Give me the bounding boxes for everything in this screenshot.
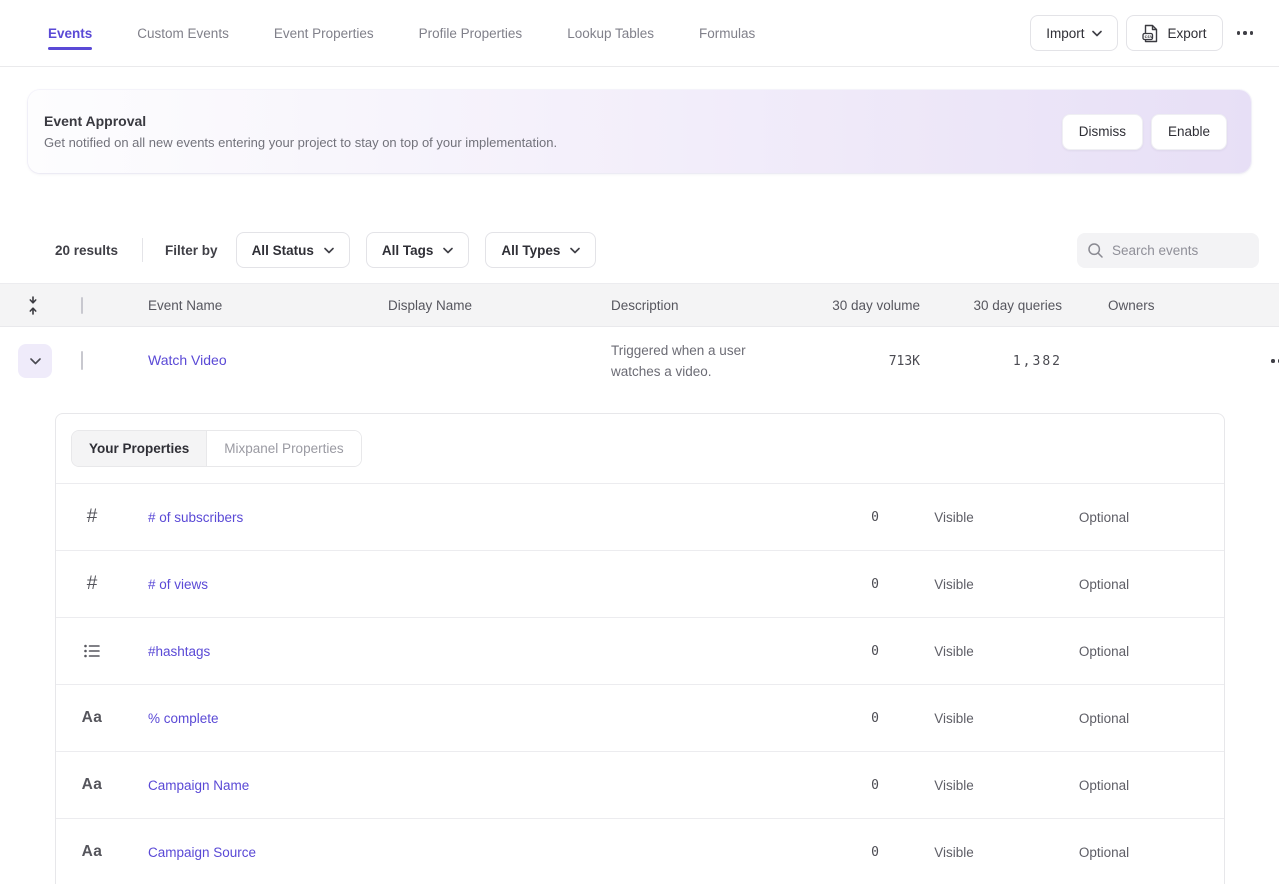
event-queries: 1,382: [920, 354, 1062, 369]
property-visibility[interactable]: Visible: [879, 644, 1029, 659]
filter-dropdown[interactable]: All Status: [236, 232, 350, 268]
divider: [142, 238, 143, 262]
enable-button[interactable]: Enable: [1151, 114, 1227, 150]
nav-tab[interactable]: Profile Properties: [419, 0, 523, 66]
properties-list: # # # of subscribers 0 Visible Optional …: [56, 484, 1224, 884]
import-button[interactable]: Import: [1030, 15, 1118, 51]
search-box: [1077, 233, 1259, 268]
export-button[interactable]: csv Export: [1126, 15, 1222, 51]
property-requirement[interactable]: Optional: [1029, 845, 1179, 860]
chevron-down-icon: [324, 247, 334, 254]
property-row: # # # of views 0 Visible Optional: [56, 551, 1224, 618]
nav-tab[interactable]: Lookup Tables: [567, 0, 654, 66]
nav-tab[interactable]: Custom Events: [137, 0, 229, 66]
filter-dropdown[interactable]: All Tags: [366, 232, 470, 268]
event-name-link[interactable]: Watch Video: [148, 352, 227, 368]
filter-dropdowns: All Status All Tags All Types: [236, 232, 597, 268]
property-requirement[interactable]: Optional: [1029, 577, 1179, 592]
csv-file-icon: csv: [1142, 24, 1159, 43]
dismiss-button[interactable]: Dismiss: [1062, 114, 1143, 150]
column-header-description[interactable]: Description: [611, 298, 803, 313]
more-options-icon[interactable]: [1231, 23, 1260, 43]
properties-tab[interactable]: Your Properties: [72, 431, 207, 466]
column-header-queries[interactable]: 30 day queries: [920, 298, 1062, 313]
lexicon-tabs: Events Custom Events Event Properties Pr…: [48, 0, 755, 66]
top-navigation: Events Custom Events Event Properties Pr…: [0, 0, 1279, 67]
filter-toolbar: 20 results Filter by All Status All Tags…: [55, 232, 1259, 268]
property-requirement[interactable]: Optional: [1029, 778, 1179, 793]
property-name-link[interactable]: Campaign Source: [128, 845, 759, 860]
property-visibility[interactable]: Visible: [879, 510, 1029, 525]
property-row: #hashtags 0 Visible Optional: [56, 618, 1224, 685]
property-visibility[interactable]: Visible: [879, 778, 1029, 793]
event-approval-banner: Event Approval Get notified on all new e…: [28, 90, 1251, 173]
select-all-checkbox[interactable]: [81, 297, 83, 314]
property-query-count: 0: [759, 510, 879, 525]
banner-title: Event Approval: [44, 113, 557, 129]
property-name-link[interactable]: Campaign Name: [128, 778, 759, 793]
events-table-header: Event Name Display Name Description 30 d…: [0, 283, 1279, 327]
property-visibility[interactable]: Visible: [879, 711, 1029, 726]
property-visibility[interactable]: Visible: [879, 845, 1029, 860]
column-header-event-name[interactable]: Event Name: [130, 298, 388, 313]
property-name-link[interactable]: # of subscribers: [128, 510, 759, 525]
event-table-row: Watch Video Triggered when a user watche…: [0, 327, 1279, 395]
hash-icon: #: [56, 573, 128, 595]
property-visibility[interactable]: Visible: [879, 577, 1029, 592]
search-input[interactable]: [1112, 243, 1249, 258]
property-query-count: 0: [759, 778, 879, 793]
property-row: # # # of subscribers 0 Visible Optional: [56, 484, 1224, 551]
banner-description: Get notified on all new events entering …: [44, 135, 557, 150]
column-header-display-name[interactable]: Display Name: [388, 298, 611, 313]
property-query-count: 0: [759, 711, 879, 726]
properties-tab[interactable]: Mixpanel Properties: [207, 431, 360, 466]
nav-tab[interactable]: Events: [48, 0, 92, 66]
list-icon: [56, 642, 128, 660]
property-name-link[interactable]: #hashtags: [128, 644, 759, 659]
property-row: Aa Aa Campaign Name 0 Visible Optional: [56, 752, 1224, 819]
row-checkbox[interactable]: [81, 351, 83, 370]
topbar-actions: Import csv Export: [1030, 0, 1259, 66]
text-icon: Aa: [56, 843, 128, 861]
properties-tab-group: Your Properties Mixpanel Properties: [71, 430, 362, 467]
property-name-link[interactable]: % complete: [128, 711, 759, 726]
property-requirement[interactable]: Optional: [1029, 711, 1179, 726]
filter-by-label: Filter by: [165, 243, 218, 258]
event-description: Triggered when a user watches a video.: [611, 340, 776, 382]
filter-dropdown[interactable]: All Types: [485, 232, 596, 268]
nav-tab[interactable]: Formulas: [699, 0, 755, 66]
property-query-count: 0: [759, 577, 879, 592]
nav-tab[interactable]: Event Properties: [274, 0, 374, 66]
column-header-owners[interactable]: Owners: [1062, 298, 1238, 313]
chevron-down-icon: [1092, 30, 1102, 37]
property-row: Aa Aa % complete 0 Visible Optional: [56, 685, 1224, 752]
property-requirement[interactable]: Optional: [1029, 644, 1179, 659]
property-name-link[interactable]: # of views: [128, 577, 759, 592]
event-volume: 713K: [803, 354, 920, 369]
event-properties-panel: Your Properties Mixpanel Properties #: [55, 413, 1225, 884]
text-icon: Aa: [56, 776, 128, 794]
results-count: 20 results: [55, 243, 118, 258]
text-icon: Aa: [56, 709, 128, 727]
svg-text:csv: csv: [1145, 35, 1154, 40]
search-icon: [1087, 242, 1104, 259]
collapse-all-icon[interactable]: [0, 296, 66, 315]
column-header-volume[interactable]: 30 day volume: [803, 298, 920, 313]
chevron-down-icon: [443, 247, 453, 254]
hash-icon: #: [56, 506, 128, 528]
collapse-row-button[interactable]: [18, 344, 52, 378]
property-query-count: 0: [759, 845, 879, 860]
property-row: Aa Aa Campaign Source 0 Visible Optional: [56, 819, 1224, 884]
row-more-options-icon[interactable]: [1265, 351, 1279, 371]
property-requirement[interactable]: Optional: [1029, 510, 1179, 525]
property-query-count: 0: [759, 644, 879, 659]
chevron-down-icon: [570, 247, 580, 254]
